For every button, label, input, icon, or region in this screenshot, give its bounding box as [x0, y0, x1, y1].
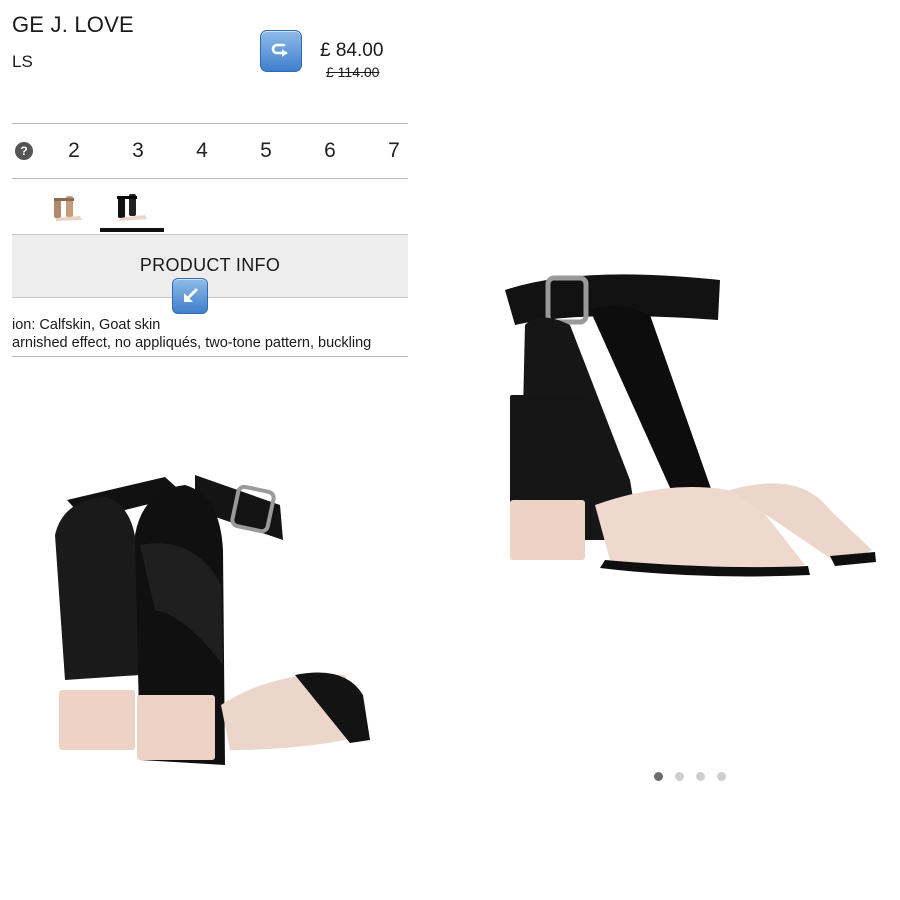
- size-option-5[interactable]: 5: [237, 139, 295, 163]
- carousel-dot-1[interactable]: [654, 772, 663, 781]
- product-info-label: PRODUCT INFO: [139, 255, 281, 275]
- selected-swatch-indicator: [100, 228, 164, 232]
- size-option-3[interactable]: 3: [109, 139, 167, 163]
- size-help-icon[interactable]: ?: [15, 142, 33, 160]
- size-option-6[interactable]: 6: [301, 139, 359, 163]
- tan-sandal-icon: [54, 196, 82, 221]
- brand-title: GE J. LOVE: [12, 12, 134, 37]
- size-option-4[interactable]: 4: [173, 139, 231, 163]
- share-arrow-icon: [271, 43, 288, 57]
- divider: [12, 123, 408, 124]
- diagonal-arrow-icon: [184, 288, 198, 302]
- share-button[interactable]: [260, 30, 302, 72]
- color-swatch-tan[interactable]: [44, 190, 92, 226]
- product-image-back-view: [55, 475, 370, 765]
- color-swatch-black[interactable]: [108, 190, 156, 226]
- original-price: £ 114.00: [326, 64, 380, 80]
- product-category: LS: [12, 52, 33, 71]
- product-image-front-view: [505, 274, 876, 577]
- carousel-dot-4[interactable]: [717, 772, 726, 781]
- divider: [12, 356, 408, 357]
- black-sandal-icon: [117, 194, 147, 221]
- size-option-7[interactable]: 7: [365, 139, 423, 163]
- product-info-toggle[interactable]: PRODUCT INFO: [12, 234, 408, 298]
- size-option-2[interactable]: 2: [45, 139, 103, 163]
- current-price: £ 84.00: [320, 40, 384, 61]
- clipped-text-line: [12, 348, 408, 356]
- divider: [12, 178, 408, 179]
- carousel-pagination: [654, 772, 726, 781]
- size-selector: ? 2 3 4 5 6 7: [12, 128, 408, 174]
- carousel-dot-3[interactable]: [696, 772, 705, 781]
- composition-text: ion: Calfskin, Goat skin: [12, 317, 161, 333]
- collapse-info-button[interactable]: [172, 278, 208, 314]
- carousel-dot-2[interactable]: [675, 772, 684, 781]
